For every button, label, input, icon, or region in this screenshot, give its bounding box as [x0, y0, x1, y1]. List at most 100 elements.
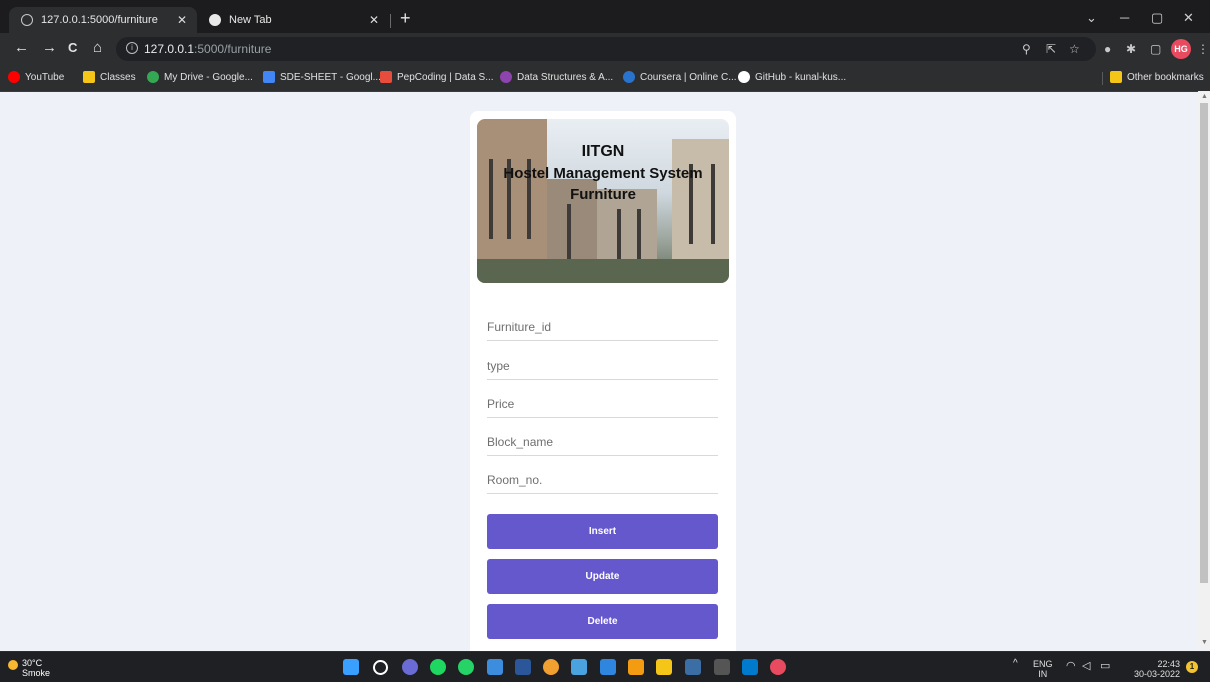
tab-title: New Tab [229, 14, 272, 26]
reload-button[interactable]: C [68, 40, 77, 56]
bookmark-my-drive[interactable]: My Drive - Google... [147, 71, 253, 83]
tab-title: 127.0.0.1:5000/furniture [41, 14, 158, 26]
window [567, 204, 571, 264]
close-tab-icon[interactable]: ✕ [369, 13, 379, 27]
bookmark-coursera[interactable]: Coursera | Online C... [623, 71, 737, 83]
tab-new-tab[interactable]: New Tab ✕ [197, 7, 389, 33]
tab-separator [390, 14, 391, 28]
github-icon [738, 71, 750, 83]
side-panel-icon[interactable]: ▢ [1150, 42, 1161, 56]
banner-section: Furniture [570, 186, 636, 203]
furniture-id-input[interactable]: Furniture_id [487, 310, 718, 341]
chrome-taskbar-icon[interactable] [543, 659, 559, 675]
home-button[interactable]: ⌂ [93, 40, 102, 56]
close-tab-icon[interactable]: ✕ [177, 13, 187, 27]
coursera-icon [623, 71, 635, 83]
youtube-icon [8, 71, 20, 83]
language-indicator[interactable]: ENG IN [1033, 659, 1053, 679]
profile-avatar[interactable]: HG [1171, 39, 1191, 59]
docs-icon [263, 71, 275, 83]
chrome-icon [209, 14, 221, 26]
moon-icon [8, 660, 18, 670]
zoom-icon[interactable]: ⚲ [1022, 42, 1031, 56]
back-button[interactable]: ← [14, 40, 29, 56]
forward-button[interactable]: → [42, 40, 57, 56]
google-icon [147, 71, 159, 83]
spotify-icon[interactable] [430, 659, 446, 675]
vlc-icon[interactable] [628, 659, 644, 675]
battery-icon[interactable]: ▭ [1100, 661, 1110, 672]
ground [477, 259, 729, 283]
furniture-card: IITGN Hostel Management System Furniture… [470, 111, 736, 671]
insert-button[interactable]: Insert [487, 514, 718, 549]
windows-start-icon[interactable] [343, 659, 359, 675]
app-icon[interactable] [685, 659, 701, 675]
globe-icon [21, 14, 33, 26]
tab-furniture[interactable]: 127.0.0.1:5000/furniture ✕ [9, 7, 197, 33]
remote-desktop-icon[interactable] [571, 659, 587, 675]
tray-chevron-icon[interactable]: ^ [1013, 659, 1018, 669]
notification-badge[interactable]: 1 [1186, 661, 1198, 673]
tab-search-icon[interactable]: ⌄ [1086, 10, 1097, 26]
bookmark-pepcoding[interactable]: PepCoding | Data S... [380, 71, 494, 83]
extensions-puzzle-icon[interactable]: ✱ [1126, 42, 1136, 56]
word-icon[interactable] [515, 659, 531, 675]
block-name-input[interactable]: Block_name [487, 425, 718, 456]
volume-icon[interactable]: ◁ [1082, 661, 1090, 672]
tab-strip: 127.0.0.1:5000/furniture ✕ New Tab ✕ + ⌄… [0, 0, 1210, 33]
room-no-input[interactable]: Room_no. [487, 463, 718, 494]
update-button[interactable]: Update [487, 559, 718, 594]
calculator-icon[interactable] [487, 659, 503, 675]
bookmark-github[interactable]: GitHub - kunal-kus... [738, 71, 846, 83]
clock[interactable]: 22:43 30-03-2022 [1130, 659, 1180, 679]
file-explorer-icon[interactable] [656, 659, 672, 675]
wifi-icon[interactable]: ◠ [1066, 661, 1076, 672]
browser-toolbar: ← → C ⌂ i 127.0.0.1:5000/furniture ⚲ ⇱ ☆… [0, 33, 1210, 65]
search-icon[interactable] [373, 660, 388, 675]
weather-condition: Smoke [22, 668, 51, 678]
hostel-banner: IITGN Hostel Management System Furniture [477, 119, 729, 283]
window [617, 209, 621, 259]
bookmark-classes[interactable]: Classes [83, 71, 136, 83]
windows-taskbar: 30°C Smoke ^ ENG IN ◠ ◁ ▭ 22:43 30-03-20… [0, 651, 1210, 682]
minimize-button[interactable]: ─ [1120, 10, 1129, 25]
vscode-icon[interactable] [742, 659, 758, 675]
weather-widget[interactable]: 30°C Smoke [8, 658, 51, 678]
info-icon[interactable]: i [126, 42, 138, 54]
menu-kebab-icon[interactable]: ⋮ [1197, 42, 1209, 56]
close-window-button[interactable]: ✕ [1183, 10, 1194, 26]
type-input[interactable]: type [487, 349, 718, 380]
extension-icon[interactable]: ● [1104, 42, 1111, 56]
chrome-profile-icon[interactable] [770, 659, 786, 675]
maximize-button[interactable]: ▢ [1151, 10, 1163, 26]
mail-icon[interactable] [600, 659, 616, 675]
teams-chat-icon[interactable] [402, 659, 418, 675]
address-bar[interactable]: i 127.0.0.1:5000/furniture ⚲ ⇱ ☆ [116, 37, 1096, 61]
classroom-icon [83, 71, 95, 83]
price-input[interactable]: Price [487, 387, 718, 418]
gfg-icon [500, 71, 512, 83]
page-scrollbar[interactable]: ▲ ▼ [1198, 91, 1210, 650]
share-icon[interactable]: ⇱ [1046, 42, 1056, 56]
window [637, 209, 641, 259]
pepcoding-icon [380, 71, 392, 83]
scrollbar-thumb[interactable] [1200, 103, 1208, 583]
banner-subtitle: Hostel Management System [503, 165, 703, 182]
terminal-icon[interactable] [714, 659, 730, 675]
url-text: 127.0.0.1:5000/furniture [144, 42, 272, 56]
other-bookmarks[interactable]: Other bookmarks [1110, 71, 1204, 83]
bookmark-youtube[interactable]: YouTube [8, 71, 64, 83]
bookmark-sde-sheet[interactable]: SDE-SHEET - Googl... [263, 71, 381, 83]
bookmark-star-icon[interactable]: ☆ [1069, 42, 1080, 56]
folder-icon [1110, 71, 1122, 83]
scroll-down-icon[interactable]: ▼ [1201, 639, 1208, 646]
banner-title: IITGN [581, 143, 625, 160]
scroll-up-icon[interactable]: ▲ [1201, 93, 1208, 100]
bookmark-data-structures[interactable]: Data Structures & A... [500, 71, 613, 83]
new-tab-button[interactable]: + [400, 9, 411, 27]
bookmarks-divider [1102, 72, 1103, 85]
whatsapp-icon[interactable] [458, 659, 474, 675]
bookmarks-bar: YouTube Classes My Drive - Google... SDE… [0, 65, 1210, 92]
temperature: 30°C [22, 658, 43, 668]
delete-button[interactable]: Delete [487, 604, 718, 639]
